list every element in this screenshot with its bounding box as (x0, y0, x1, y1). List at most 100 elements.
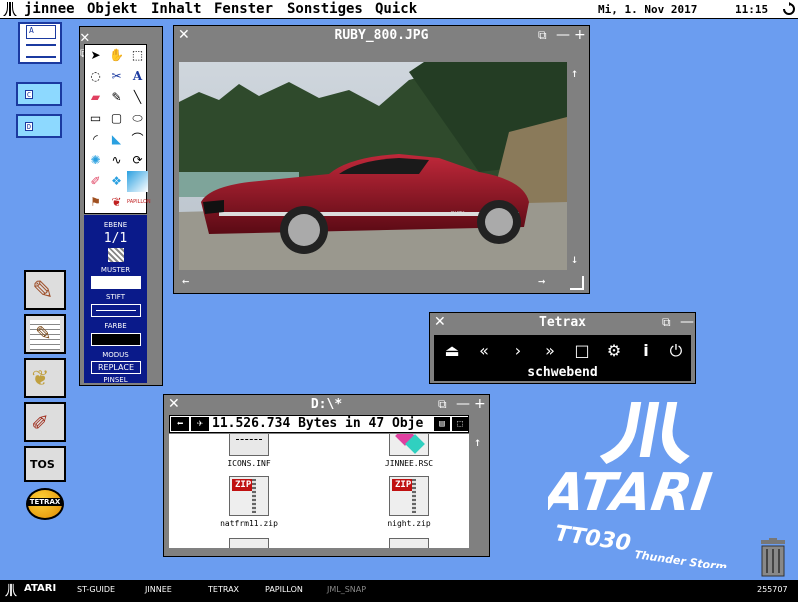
taskbar-item-tetrax[interactable]: TETRAX (208, 585, 239, 594)
floppy-label: A (26, 25, 56, 39)
flood-fill-tool-icon[interactable]: ✺ (85, 150, 106, 171)
iconify-icon[interactable]: ⧉ (438, 397, 447, 412)
menu-inhalt[interactable]: Inhalt (151, 1, 202, 17)
tool-settings-panel: EBENE 1/1 MUSTER STIFT FARBE MODUS REPLA… (84, 215, 147, 384)
file-name: night.zip (387, 519, 431, 528)
pointer-tool-icon[interactable]: ➤ (85, 45, 106, 66)
papillon-logo-icon[interactable]: PAPILLON (127, 192, 151, 213)
menu-jinnee[interactable]: jinnee (24, 1, 75, 17)
image-canvas[interactable]: RUBY (179, 62, 567, 270)
maximize-icon[interactable]: + (574, 27, 586, 43)
tetrax-app-label: TETRAX (28, 498, 62, 506)
curve-tool-icon[interactable]: ∿ (106, 150, 127, 171)
notepad-app-icon[interactable]: ✎ (24, 314, 66, 354)
brush-tool-icon[interactable]: ✐ (85, 171, 106, 192)
back-arrow-icon[interactable]: ⬅ (171, 417, 189, 431)
arc-tool-icon[interactable]: ◜ (85, 129, 106, 150)
hard-drive-d-icon[interactable]: D (16, 114, 62, 138)
polygon-fill-tool-icon[interactable]: ◣ (106, 129, 127, 150)
file-item[interactable] (199, 538, 299, 548)
car-badge-text: RUBY (451, 211, 465, 217)
scroll-down-icon[interactable]: ↓ (571, 252, 578, 266)
plant-app-icon[interactable]: ❦ (24, 358, 66, 398)
scroll-up-icon[interactable]: ↑ (571, 66, 578, 80)
hand-tool-icon[interactable]: ✋ (106, 45, 127, 66)
spray-tool-icon[interactable]: ❖ (106, 171, 127, 192)
tetrax-app-icon[interactable]: TETRAX (26, 488, 64, 520)
farbe-selector[interactable] (91, 333, 141, 346)
taskbar-item-papillon[interactable]: PAPILLON (265, 585, 303, 594)
brush-app-icon[interactable]: ✐ (24, 402, 66, 442)
minimize-icon[interactable]: — (680, 314, 694, 330)
ellipse-tool-icon[interactable]: ⬭ (127, 108, 148, 129)
file-list: ICONS.INF JINNEE.RSC ZIP natfrm11.zip ZI… (169, 434, 469, 548)
atari-logo-icon[interactable] (2, 1, 18, 17)
stift-selector[interactable] (91, 304, 141, 317)
play-icon[interactable]: › (504, 339, 532, 363)
trash-icon[interactable] (757, 538, 789, 578)
lasso-tool-icon[interactable]: ◌ (85, 66, 106, 87)
maximize-icon[interactable]: + (474, 396, 486, 412)
refresh-icon[interactable] (782, 2, 796, 16)
info-icon[interactable]: i (632, 339, 660, 363)
iconify-icon[interactable]: ⧉ (662, 315, 671, 330)
document-icon (229, 538, 269, 548)
pencil-app-icon[interactable]: ✎ (24, 270, 66, 310)
floppy-drive-a-icon[interactable]: A (18, 22, 62, 64)
scroll-up-icon[interactable]: ↑ (474, 435, 481, 449)
taskbar-item-jml-snap[interactable]: JML_SNAP (327, 585, 366, 594)
tetrax-window-title[interactable]: Tetrax (430, 315, 695, 330)
menu-fenster[interactable]: Fenster (214, 1, 273, 17)
rectangle-tool-icon[interactable]: ▭ (85, 108, 106, 129)
muster-selector[interactable] (91, 276, 141, 289)
polyline-tool-icon[interactable]: ⌒ (127, 129, 148, 150)
butterfly-tool-icon[interactable]: ❦ (106, 192, 127, 213)
stamp-tool-icon[interactable]: ⚑ (85, 192, 106, 213)
layer-pattern-swatch[interactable] (108, 248, 124, 262)
hard-drive-c-icon[interactable]: C (16, 82, 62, 106)
file-item[interactable]: ZIP night.zip (359, 476, 459, 528)
file-item[interactable] (359, 538, 459, 548)
power-icon[interactable]: ⏻ (662, 339, 690, 363)
menu-objekt[interactable]: Objekt (87, 1, 138, 17)
file-item[interactable]: JINNEE.RSC (359, 434, 459, 468)
select-rect-tool-icon[interactable]: ⬚ (127, 45, 148, 66)
settings-gear-icon[interactable]: ⚙ (600, 339, 628, 363)
minimize-icon[interactable]: — (556, 27, 570, 43)
view-mode-icon[interactable]: ▤ (434, 417, 450, 431)
sort-icon[interactable]: ⬚ (452, 417, 468, 431)
eject-icon[interactable]: ⏏ (438, 339, 466, 363)
drive-c-label: C (25, 90, 33, 99)
scissors-tool-icon[interactable]: ✂ (106, 66, 127, 87)
ebene-value[interactable]: 1/1 (84, 231, 147, 246)
pencil-tool-icon[interactable]: ✎ (106, 87, 127, 108)
menu-sonstiges[interactable]: Sonstiges (287, 1, 363, 17)
fast-forward-icon[interactable]: » (536, 339, 564, 363)
gradient-tool-icon[interactable] (127, 171, 148, 192)
atari-start-icon[interactable] (4, 583, 18, 597)
rounded-rect-tool-icon[interactable]: ▢ (106, 108, 127, 129)
file-item[interactable]: ZIP natfrm11.zip (199, 476, 299, 528)
file-item[interactable]: ICONS.INF (199, 434, 299, 468)
iconify-icon[interactable]: ⧉ (538, 28, 547, 43)
taskbar-item-jinnee[interactable]: JINNEE (145, 585, 172, 594)
tos-app-icon[interactable]: TOS (24, 446, 66, 482)
minimize-icon[interactable]: — (456, 396, 470, 412)
pin-icon[interactable]: ✈ (191, 417, 209, 431)
eraser-tool-icon[interactable]: ▰ (85, 87, 106, 108)
resize-grip-icon[interactable] (570, 276, 584, 290)
text-tool-icon[interactable]: A (127, 66, 148, 87)
taskbar-item-st-guide[interactable]: ST-GUIDE (77, 585, 115, 594)
modus-selector[interactable]: REPLACE (91, 361, 141, 374)
scroll-left-icon[interactable]: ← (182, 274, 189, 288)
menu-quick[interactable]: Quick (375, 1, 417, 17)
stop-icon[interactable]: □ (568, 339, 596, 363)
scroll-right-icon[interactable]: → (538, 274, 545, 288)
image-window-title[interactable]: RUBY_800.JPG (174, 28, 589, 43)
rewind-icon[interactable]: « (470, 339, 498, 363)
zip-icon: ZIP (229, 476, 269, 516)
freehand-tool-icon[interactable]: ⟳ (127, 150, 148, 171)
atari-model-text: TT030 (553, 521, 632, 556)
line-tool-icon[interactable]: ╲ (127, 87, 148, 108)
taskbar-start-label[interactable]: ATARI (24, 583, 56, 594)
